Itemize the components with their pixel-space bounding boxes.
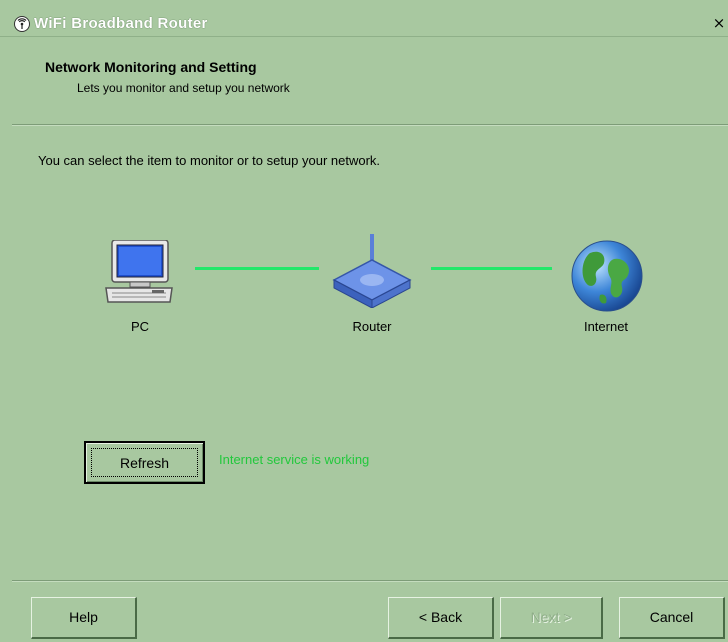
- next-button-label: Next >: [530, 609, 572, 625]
- pc-router-link: [195, 267, 319, 270]
- globe-icon[interactable]: [570, 239, 644, 318]
- footer-divider: [12, 580, 728, 582]
- cancel-button[interactable]: Cancel: [619, 597, 725, 639]
- wizard-window: WiFi Broadband Router × Network Monitori…: [0, 0, 728, 642]
- pc-icon[interactable]: [104, 239, 174, 311]
- app-icon: [14, 16, 30, 32]
- close-icon[interactable]: ×: [712, 15, 726, 32]
- window-title: WiFi Broadband Router: [34, 15, 208, 32]
- title-bar[interactable]: WiFi Broadband Router ×: [0, 12, 728, 37]
- refresh-button-label: Refresh: [119, 455, 170, 471]
- router-label: Router: [352, 319, 392, 334]
- page-subtitle: Lets you monitor and setup you network: [77, 81, 290, 95]
- internet-label: Internet: [583, 319, 629, 334]
- router-internet-link: [431, 267, 552, 270]
- help-button[interactable]: Help: [31, 597, 137, 639]
- router-icon[interactable]: [330, 232, 414, 313]
- refresh-button[interactable]: Refresh: [84, 441, 205, 484]
- status-message: Internet service is working: [219, 452, 370, 467]
- wizard-header: Network Monitoring and Setting Lets you …: [0, 37, 728, 124]
- pc-label: PC: [130, 319, 150, 334]
- page-title: Network Monitoring and Setting: [45, 59, 257, 75]
- back-button[interactable]: < Back: [388, 597, 494, 639]
- instruction-text: You can select the item to monitor or to…: [38, 153, 381, 168]
- header-divider: [12, 124, 728, 126]
- next-button[interactable]: Next >: [500, 597, 603, 639]
